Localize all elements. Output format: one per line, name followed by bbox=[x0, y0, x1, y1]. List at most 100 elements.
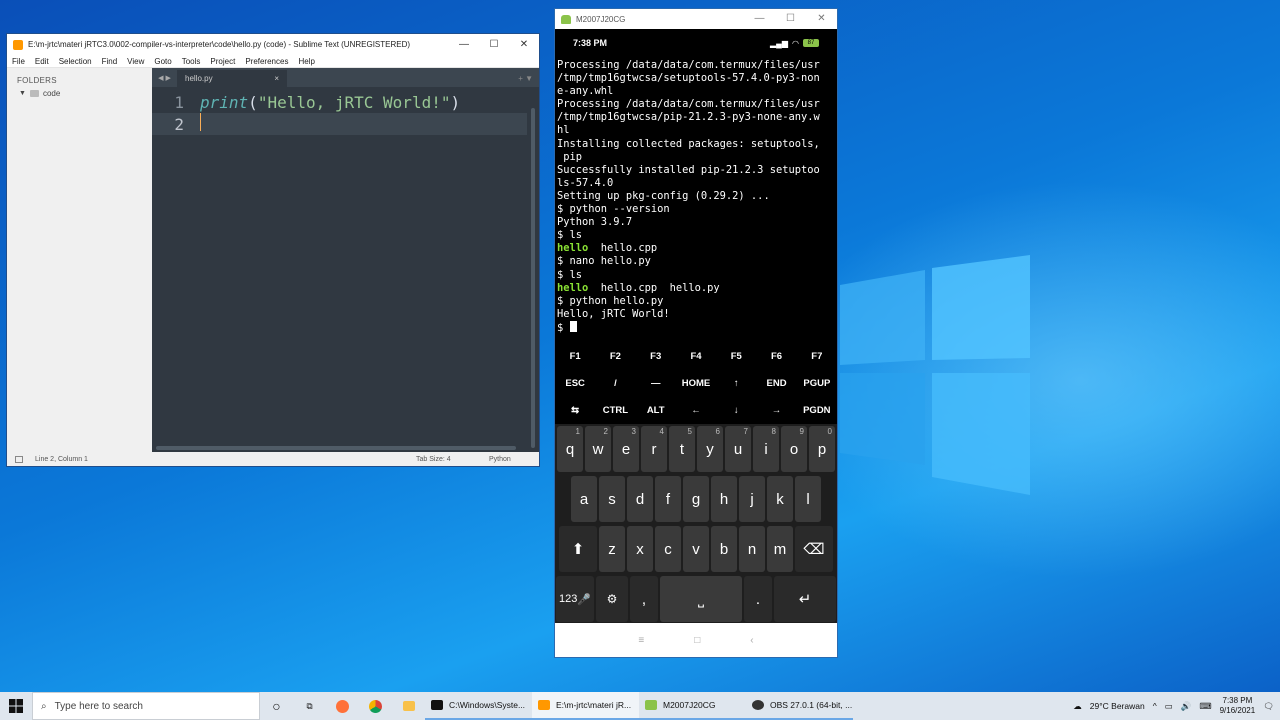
back-icon[interactable]: ‹ bbox=[750, 635, 753, 646]
termux-terminal[interactable]: Processing /data/data/com.termux/files/u… bbox=[555, 57, 837, 337]
key-i[interactable]: i8 bbox=[753, 426, 779, 472]
comma-key[interactable]: , bbox=[630, 576, 658, 622]
expand-arrow-icon[interactable]: ▼ bbox=[19, 90, 26, 97]
notification-icon[interactable]: 🗨 bbox=[1263, 701, 1274, 712]
phone-titlebar[interactable]: M2007J20CG — ☐ ✕ bbox=[555, 9, 837, 29]
menu-tools[interactable]: Tools bbox=[177, 57, 206, 66]
key-m[interactable]: m bbox=[767, 526, 793, 572]
key-dash[interactable]: — bbox=[636, 370, 676, 397]
key-down[interactable]: ↓ bbox=[716, 397, 756, 424]
close-button[interactable]: ✕ bbox=[806, 9, 837, 29]
panel-toggle-icon[interactable] bbox=[15, 455, 23, 463]
key-a[interactable]: a bbox=[571, 476, 597, 522]
chrome-icon[interactable] bbox=[359, 692, 392, 720]
settings-key-icon[interactable]: ⚙ bbox=[596, 576, 628, 622]
menu-goto[interactable]: Goto bbox=[149, 57, 176, 66]
tray-chevron-icon[interactable]: ^ bbox=[1153, 701, 1157, 711]
tab-hello-py[interactable]: hello.py × bbox=[177, 70, 287, 87]
tab-menu-icon[interactable]: + ▼ bbox=[287, 70, 539, 87]
taskbar-search-box[interactable]: ⌕ Type here to search bbox=[32, 692, 260, 720]
key-esc[interactable]: ESC bbox=[555, 370, 595, 397]
key-slash[interactable]: / bbox=[595, 370, 635, 397]
tab-size[interactable]: Tab Size: 4 bbox=[416, 456, 489, 463]
menu-preferences[interactable]: Preferences bbox=[240, 57, 293, 66]
key-tab[interactable]: ⇆ bbox=[555, 397, 595, 424]
key-w[interactable]: w2 bbox=[585, 426, 611, 472]
key-alt[interactable]: ALT bbox=[636, 397, 676, 424]
backspace-key-icon[interactable]: ⌫ bbox=[795, 526, 833, 572]
key-left[interactable]: ← bbox=[676, 397, 716, 424]
key-pgdn[interactable]: PGDN bbox=[797, 397, 837, 424]
firefox-icon[interactable] bbox=[326, 692, 359, 720]
sublime-titlebar[interactable]: E:\m-jrtc\materi jRTC3.0\002-compiler-vs… bbox=[7, 34, 539, 55]
key-p[interactable]: p0 bbox=[809, 426, 835, 472]
key-c[interactable]: c bbox=[655, 526, 681, 572]
key-right[interactable]: → bbox=[756, 397, 796, 424]
space-key[interactable]: ⎵ bbox=[660, 576, 742, 622]
shift-key-icon[interactable]: ⬆ bbox=[559, 526, 597, 572]
close-button[interactable]: ✕ bbox=[509, 34, 539, 55]
sidebar-folder-code[interactable]: ▼ code bbox=[17, 89, 142, 98]
file-explorer-icon[interactable] bbox=[392, 692, 425, 720]
key-t[interactable]: t5 bbox=[669, 426, 695, 472]
menu-project[interactable]: Project bbox=[205, 57, 240, 66]
code-area[interactable]: 1 print("Hello, jRTC World!") 2 bbox=[152, 91, 527, 135]
tab-nav-arrows[interactable]: ◀ ▶ bbox=[152, 70, 177, 87]
key-l[interactable]: l bbox=[795, 476, 821, 522]
key-r[interactable]: r4 bbox=[641, 426, 667, 472]
maximize-button[interactable]: ☐ bbox=[775, 9, 806, 29]
network-icon[interactable]: ▭ bbox=[1165, 701, 1173, 712]
key-y[interactable]: y6 bbox=[697, 426, 723, 472]
minimize-button[interactable]: — bbox=[744, 9, 775, 29]
cortana-icon[interactable]: ○ bbox=[260, 692, 293, 720]
key-j[interactable]: j bbox=[739, 476, 765, 522]
key-up[interactable]: ↑ bbox=[716, 370, 756, 397]
recents-icon[interactable]: ≡ bbox=[638, 635, 644, 646]
home-icon[interactable]: □ bbox=[694, 635, 700, 646]
taskbar-app-cmd[interactable]: C:\Windows\Syste... bbox=[425, 692, 532, 720]
menu-view[interactable]: View bbox=[122, 57, 149, 66]
key-f5[interactable]: F5 bbox=[716, 343, 756, 370]
key-h[interactable]: h bbox=[711, 476, 737, 522]
vertical-scrollbar[interactable] bbox=[531, 108, 535, 448]
key-ctrl[interactable]: CTRL bbox=[595, 397, 635, 424]
key-g[interactable]: g bbox=[683, 476, 709, 522]
enter-key-icon[interactable]: ↵ bbox=[774, 576, 836, 622]
key-f2[interactable]: F2 bbox=[595, 343, 635, 370]
taskbar-app-sublime[interactable]: E:\m-jrtc\materi jR... bbox=[532, 692, 639, 720]
keyboard-icon[interactable]: ⌨ bbox=[1199, 701, 1211, 712]
menu-edit[interactable]: Edit bbox=[30, 57, 54, 66]
key-v[interactable]: v bbox=[683, 526, 709, 572]
key-pgup[interactable]: PGUP bbox=[797, 370, 837, 397]
key-f6[interactable]: F6 bbox=[756, 343, 796, 370]
key-b[interactable]: b bbox=[711, 526, 737, 572]
key-n[interactable]: n bbox=[739, 526, 765, 572]
taskbar-app-obs[interactable]: OBS 27.0.1 (64-bit, ... bbox=[746, 692, 853, 720]
menu-find[interactable]: Find bbox=[97, 57, 123, 66]
key-f7[interactable]: F7 bbox=[797, 343, 837, 370]
numbers-key[interactable]: 123 🎤 bbox=[556, 576, 594, 622]
key-f4[interactable]: F4 bbox=[676, 343, 716, 370]
key-u[interactable]: u7 bbox=[725, 426, 751, 472]
key-q[interactable]: q1 bbox=[557, 426, 583, 472]
horizontal-scrollbar[interactable] bbox=[156, 446, 516, 450]
taskbar-clock[interactable]: 7:38 PM 9/16/2021 bbox=[1220, 696, 1256, 716]
key-z[interactable]: z bbox=[599, 526, 625, 572]
syntax-mode[interactable]: Python bbox=[489, 456, 539, 463]
key-s[interactable]: s bbox=[599, 476, 625, 522]
key-e[interactable]: e3 bbox=[613, 426, 639, 472]
key-end[interactable]: END bbox=[756, 370, 796, 397]
taskbar-app-phone[interactable]: M2007J20CG bbox=[639, 692, 746, 720]
period-key[interactable]: . bbox=[744, 576, 772, 622]
key-k[interactable]: k bbox=[767, 476, 793, 522]
weather-text[interactable]: 29°C Berawan bbox=[1090, 701, 1145, 711]
menu-selection[interactable]: Selection bbox=[54, 57, 97, 66]
minimize-button[interactable]: — bbox=[449, 34, 479, 55]
key-f3[interactable]: F3 bbox=[636, 343, 676, 370]
key-f1[interactable]: F1 bbox=[555, 343, 595, 370]
key-d[interactable]: d bbox=[627, 476, 653, 522]
maximize-button[interactable]: ☐ bbox=[479, 34, 509, 55]
volume-icon[interactable]: 🔊 bbox=[1181, 701, 1192, 712]
key-o[interactable]: o9 bbox=[781, 426, 807, 472]
key-home[interactable]: HOME bbox=[676, 370, 716, 397]
